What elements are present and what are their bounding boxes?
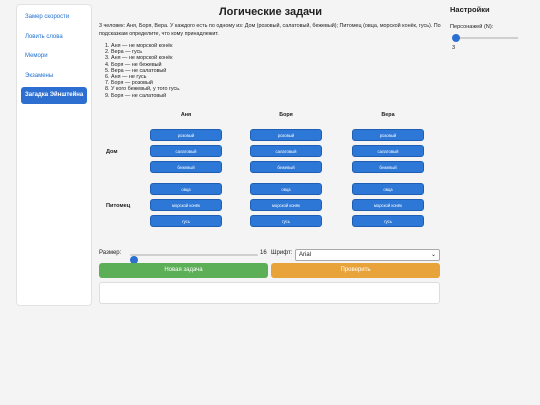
option-anya-house-pink[interactable]: розовый	[150, 128, 222, 141]
sidebar-item-catch-words[interactable]: Ловить слова	[21, 29, 87, 46]
option-borya-house-lightgreen[interactable]: салатовый	[250, 144, 322, 157]
check-button[interactable]: Проверить	[271, 263, 440, 278]
option-borya-house-pink[interactable]: розовый	[250, 128, 322, 141]
option-vera-house-lightgreen[interactable]: салатовый	[352, 144, 424, 157]
task-intro: 3 человек: Аня, Боря, Вера. У каждого ес…	[99, 23, 441, 37]
persons-label: Персонажей (N):	[450, 24, 494, 30]
option-anya-pet-seahorse[interactable]: морской конёк	[150, 198, 222, 211]
row-label-pet: Питомец	[106, 202, 131, 209]
persons-slider-thumb[interactable]	[452, 34, 460, 42]
column-header-vera: Вера	[381, 111, 395, 118]
font-label: Шрифт:	[271, 250, 293, 256]
option-vera-house-pink[interactable]: розовый	[352, 128, 424, 141]
option-anya-pet-sheep[interactable]: овца	[150, 182, 222, 195]
controls-bar: Размер: 16 Шрифт: Arial ⌄	[99, 249, 442, 264]
font-select-value: Arial	[299, 252, 312, 258]
clue-list: Аня — не морской конёк Вера — гусь Аня —…	[99, 43, 442, 99]
row-label-house: Дом	[106, 148, 118, 155]
clue-item: Боря — не салатовый	[111, 93, 442, 99]
settings-title: Настройки	[450, 5, 490, 14]
option-borya-house-beige[interactable]: бежевый	[250, 160, 322, 173]
settings-panel: Настройки Персонажей (N): 3	[450, 5, 530, 51]
option-vera-pet-seahorse[interactable]: морской конёк	[352, 198, 424, 211]
sidebar-item-memory[interactable]: Мемори	[21, 48, 87, 65]
option-anya-house-lightgreen[interactable]: салатовый	[150, 144, 222, 157]
page-title: Логические задачи	[218, 6, 323, 18]
option-vera-pet-goose[interactable]: гусь	[352, 214, 424, 227]
sidebar-item-speed[interactable]: Замер скорости	[21, 9, 87, 26]
option-anya-pet-goose[interactable]: гусь	[150, 214, 222, 227]
column-header-borya: Боря	[279, 111, 293, 118]
option-borya-pet-seahorse[interactable]: морской конёк	[250, 198, 322, 211]
result-box	[99, 282, 440, 304]
option-borya-pet-goose[interactable]: гусь	[250, 214, 322, 227]
option-vera-pet-sheep[interactable]: овца	[352, 182, 424, 195]
chevron-down-icon: ⌄	[430, 252, 436, 258]
option-anya-house-beige[interactable]: бежевый	[150, 160, 222, 173]
size-label: Размер:	[99, 250, 122, 256]
column-header-anya: Аня	[180, 111, 192, 118]
sidebar: Замер скорости Ловить слова Мемори Экзам…	[16, 4, 92, 306]
size-slider[interactable]	[130, 254, 258, 264]
answer-grid: Аня Боря Вера Дом Питомец розовый салато…	[99, 105, 442, 235]
new-task-button[interactable]: Новая задача	[99, 263, 268, 278]
size-value: 16	[260, 250, 267, 256]
main-panel: Логические задачи 3 человек: Аня, Боря, …	[99, 4, 442, 304]
sidebar-item-einstein[interactable]: Загадка Эйнштейна	[21, 87, 87, 104]
sidebar-item-exams[interactable]: Экзамены	[21, 68, 87, 85]
font-select[interactable]: Arial ⌄	[295, 249, 440, 261]
persons-slider[interactable]	[452, 34, 518, 42]
persons-value: 3	[452, 45, 456, 51]
option-borya-pet-sheep[interactable]: овца	[250, 182, 322, 195]
option-vera-house-beige[interactable]: бежевый	[352, 160, 424, 173]
